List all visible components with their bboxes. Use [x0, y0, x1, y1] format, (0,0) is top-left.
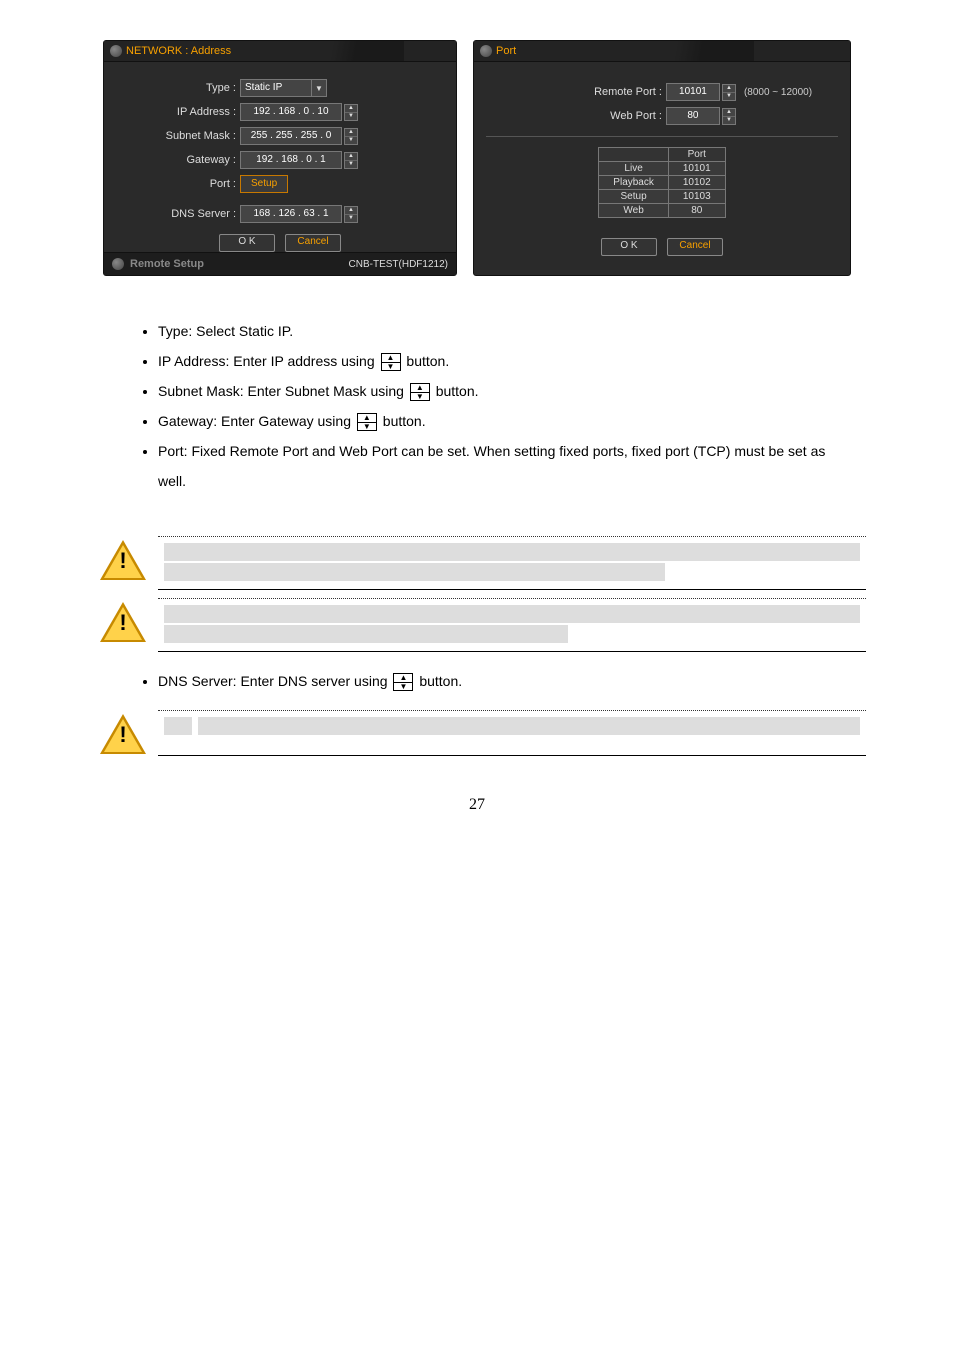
ok-button[interactable]: O K	[601, 238, 657, 256]
table-row: Live10101	[599, 162, 725, 176]
warning-icon: !	[100, 714, 146, 756]
ok-button[interactable]: O K	[219, 234, 275, 252]
panel-header: Port	[474, 41, 850, 62]
web-port-stepper[interactable]: ▲▼	[722, 108, 736, 125]
notice-text	[158, 710, 866, 756]
footer-right-text: CNB-TEST(HDF1212)	[349, 259, 448, 270]
table-header-port: Port	[668, 148, 725, 162]
remote-port-label: Remote Port :	[512, 86, 666, 98]
port-table: Port Live10101 Playback10102 Setup10103 …	[598, 147, 725, 218]
dns-stepper[interactable]: ▲▼	[344, 206, 358, 223]
ip-stepper[interactable]: ▲▼	[344, 104, 358, 121]
notice-text	[158, 536, 866, 590]
instructions-block: DNS Server: Enter DNS server using ▲▼ bu…	[98, 666, 856, 696]
table-row: Playback10102	[599, 176, 725, 190]
web-port-field[interactable]: 80	[666, 107, 720, 125]
list-item: Type: Select Static IP.	[158, 316, 856, 346]
panel-header: NETWORK : Address	[104, 41, 456, 62]
type-select[interactable]: Static IP	[240, 79, 312, 97]
instructions-block: Type: Select Static IP. IP Address: Ente…	[98, 316, 856, 496]
port-label: Port :	[116, 178, 240, 190]
gateway-stepper[interactable]: ▲▼	[344, 152, 358, 169]
port-setup-button[interactable]: Setup	[240, 175, 288, 193]
type-label: Type :	[116, 82, 240, 94]
warning-icon: !	[100, 540, 146, 582]
remote-port-range: (8000 ~ 12000)	[744, 87, 812, 98]
caution-notice: !	[88, 598, 866, 652]
stepper-icon: ▲▼	[410, 383, 430, 401]
cancel-button[interactable]: Cancel	[285, 234, 341, 252]
port-panel: Port Remote Port : 10101 ▲▼ (8000 ~ 1200…	[473, 40, 851, 276]
caution-notice: !	[88, 536, 866, 590]
caution-notice: !	[88, 710, 866, 756]
subnet-label: Subnet Mask :	[116, 130, 240, 142]
ip-field[interactable]: 192 . 168 . 0 . 10	[240, 103, 342, 121]
dns-field[interactable]: 168 . 126 . 63 . 1	[240, 205, 342, 223]
home-icon[interactable]	[112, 258, 124, 270]
dropdown-icon[interactable]: ▼	[311, 79, 327, 97]
table-row: Web80	[599, 204, 725, 218]
table-header-blank	[599, 148, 669, 162]
network-address-panel: NETWORK : Address Type : Static IP ▼ IP …	[103, 40, 457, 276]
subnet-field[interactable]: 255 . 255 . 255 . 0	[240, 127, 342, 145]
page-number: 27	[88, 796, 866, 814]
cancel-button[interactable]: Cancel	[667, 238, 723, 256]
panel-title: Port	[496, 45, 516, 57]
back-icon[interactable]	[110, 45, 122, 57]
gateway-label: Gateway :	[116, 154, 240, 166]
list-item: DNS Server: Enter DNS server using ▲▼ bu…	[158, 666, 856, 696]
list-item: Gateway: Enter Gateway using ▲▼ button.	[158, 406, 856, 436]
stepper-icon: ▲▼	[393, 673, 413, 691]
ip-label: IP Address :	[116, 106, 240, 118]
notice-text	[158, 598, 866, 652]
table-row: Setup10103	[599, 190, 725, 204]
dns-label: DNS Server :	[116, 208, 240, 220]
list-item: Subnet Mask: Enter Subnet Mask using ▲▼ …	[158, 376, 856, 406]
subnet-stepper[interactable]: ▲▼	[344, 128, 358, 145]
list-item: Port: Fixed Remote Port and Web Port can…	[158, 436, 856, 496]
status-bar: Remote Setup CNB-TEST(HDF1212)	[104, 252, 456, 275]
panel-title: NETWORK : Address	[126, 45, 231, 57]
gateway-field[interactable]: 192 . 168 . 0 . 1	[240, 151, 342, 169]
remote-port-stepper[interactable]: ▲▼	[722, 84, 736, 101]
warning-icon: !	[100, 602, 146, 644]
screenshot-panels: NETWORK : Address Type : Static IP ▼ IP …	[88, 40, 866, 276]
list-item: IP Address: Enter IP address using ▲▼ bu…	[158, 346, 856, 376]
remote-port-field[interactable]: 10101	[666, 83, 720, 101]
web-port-label: Web Port :	[512, 110, 666, 122]
stepper-icon: ▲▼	[381, 353, 401, 371]
back-icon[interactable]	[480, 45, 492, 57]
stepper-icon: ▲▼	[357, 413, 377, 431]
footer-left-text: Remote Setup	[130, 258, 204, 270]
